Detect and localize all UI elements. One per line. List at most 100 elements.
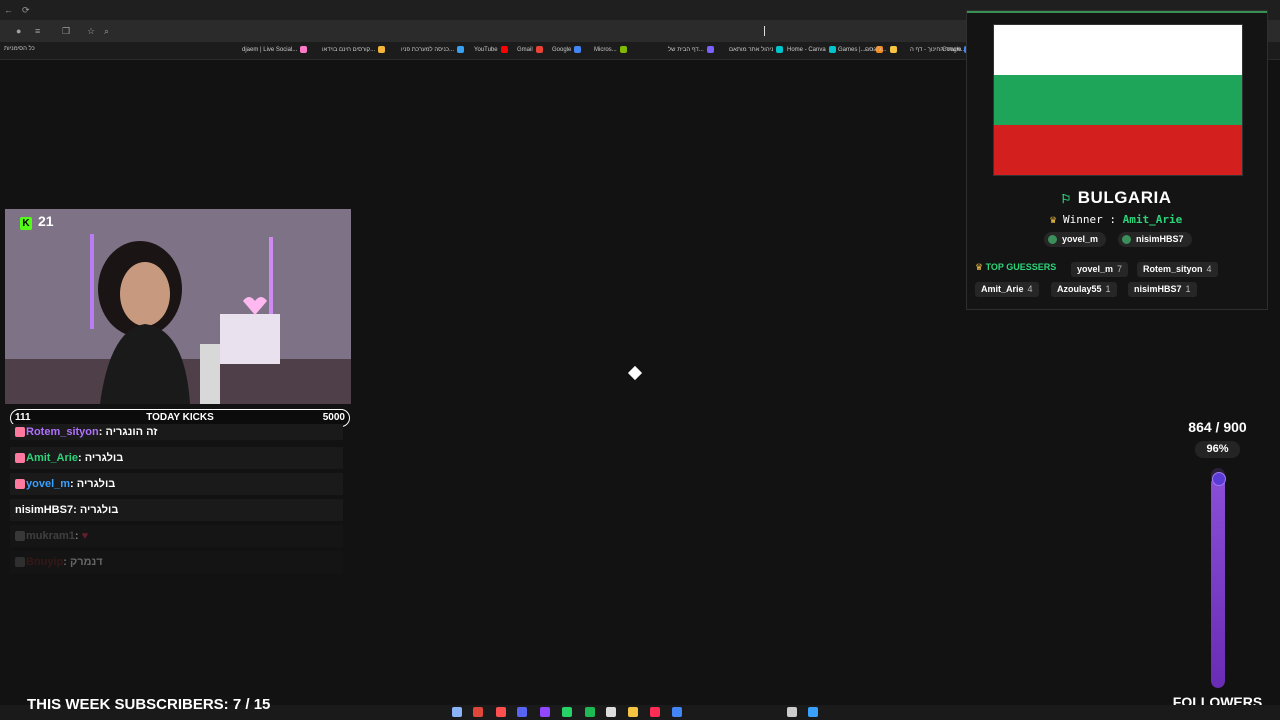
windows-start-icon[interactable] [808, 707, 818, 717]
correct-guesser-name: nisimHBS7 [1136, 234, 1184, 244]
flag-stripe [994, 25, 1242, 75]
chat-message: Bnuyip: דנמרק [10, 551, 343, 573]
bookmark-item[interactable]: קורסים חינם בוידאו... [322, 46, 386, 54]
bookmark-favicon-icon [300, 46, 308, 53]
bookmark-label: Google [552, 47, 572, 54]
chat-username: Rotem_sityon [26, 426, 99, 438]
search-icon[interactable]: ⌕ [104, 26, 109, 37]
chat-separator: : [74, 530, 82, 542]
top-guesser-name: yovel_m [1077, 264, 1114, 274]
profile-icon[interactable]: ● [16, 26, 21, 36]
top-guesser-name: Azoulay55 [1057, 284, 1102, 294]
bookmark-item[interactable]: Gmail [517, 46, 543, 53]
star-icon[interactable]: ☆ [87, 26, 95, 37]
flag-icon: ⚐ [1060, 192, 1072, 206]
bookmark-label: djaem | Live Social... [242, 47, 298, 54]
refresh-icon[interactable]: ⟳ [22, 5, 30, 16]
top-guesser-score: 4 [1027, 284, 1033, 294]
twitch-icon[interactable] [540, 707, 550, 717]
trophy-icon: ♛ [1049, 213, 1057, 226]
diamond-cursor-icon [627, 365, 643, 381]
chat-message-text: בולגריה [79, 504, 119, 516]
bookmark-item[interactable]: djaem | Live Social... [242, 46, 308, 54]
chat-separator: : [70, 478, 77, 490]
top-guesser-name: nisimHBS7 [1134, 284, 1182, 294]
bookmark-item[interactable]: Google [552, 46, 582, 54]
top-guesser-score: 4 [1206, 264, 1212, 274]
check-icon [1048, 235, 1057, 245]
folder-label: כל הסימניות [4, 46, 35, 52]
top-guesser-chip: Rotem_sityon 4 [1137, 262, 1218, 277]
app-icon[interactable] [496, 707, 506, 717]
bookmark-label: Google [942, 47, 962, 54]
country-flag [993, 24, 1243, 176]
kick-badge-count: 21 [38, 213, 54, 229]
followers-goal-track [1211, 468, 1225, 688]
chrome-icon[interactable] [672, 707, 682, 717]
chrome-icon[interactable] [473, 707, 483, 717]
winner-line: ♛ Winner : Amit_Arie [1049, 213, 1183, 226]
country-name: ⚐ BULGARIA [966, 188, 1266, 208]
bookmark-item[interactable]: Home - Canva [787, 46, 836, 53]
bookmark-item[interactable]: כניסה למערכת פניו... [401, 46, 464, 53]
bookmark-favicon-icon [574, 46, 582, 53]
trophy-icon: ♛ [975, 262, 984, 272]
bookmark-label: YouTube [474, 47, 498, 54]
bookmark-favicon-icon [776, 46, 784, 53]
capcut-icon[interactable] [606, 707, 616, 717]
chat-badge-icon [15, 479, 25, 490]
chat-username: yovel_m [26, 478, 71, 490]
country-label: BULGARIA [1077, 188, 1172, 207]
bookmark-favicon-icon [535, 46, 543, 53]
chat-message-text: בולגריה [76, 478, 116, 490]
bookmark-label: ניהול אתר מותאם [729, 47, 774, 54]
copy-icon[interactable]: ❐ [62, 26, 70, 37]
whatsapp-icon[interactable] [562, 707, 572, 717]
bookmark-item[interactable]: ניהול אתר מותאם [729, 46, 784, 54]
chat-badge-icon [15, 557, 25, 568]
followers-goal-fill [1211, 476, 1225, 688]
bookmark-item[interactable]: Micros... [594, 46, 627, 53]
chat-message: mukram1: ♥ [10, 525, 343, 547]
followers-goal-percent: 96% [1195, 441, 1240, 458]
top-guesser-score: 7 [1117, 264, 1123, 274]
top-guesser-score: 1 [1105, 284, 1111, 294]
chat-message: Rotem_sityon: זה הונגריה [10, 424, 343, 440]
bookmark-label: ג'וגרים... [865, 47, 887, 54]
bookmark-label: קורסים חינם בוידאו... [322, 47, 376, 54]
chat-separator: : [73, 504, 80, 516]
flag-stripe [994, 75, 1242, 125]
chat-username: Bnuyip [26, 556, 64, 568]
folder-icon[interactable] [628, 707, 638, 717]
chat-message-text: ♥ [81, 530, 89, 542]
top-guesser-name: Rotem_sityon [1143, 264, 1203, 274]
kick-follow-badge: K 21 [20, 213, 54, 230]
chat-message-text: דנמרק [70, 556, 103, 568]
chat-separator: : [77, 452, 85, 464]
tabs-icon[interactable]: ≡ [35, 26, 40, 36]
tiktok-icon[interactable] [650, 707, 660, 717]
settings-icon[interactable] [452, 707, 462, 717]
chat-message: Amit_Arie: בולגריה [10, 447, 343, 469]
spotify-icon[interactable] [585, 707, 595, 717]
winner-name: Amit_Arie [1122, 213, 1183, 226]
back-icon[interactable]: ← [4, 5, 13, 15]
correct-guesser-chip: nisimHBS7 [1118, 232, 1192, 247]
bookmark-item[interactable]: YouTube [474, 46, 508, 53]
kicks-goal: 5000 [322, 412, 345, 423]
bookmark-item[interactable]: דף הבית של... [668, 46, 714, 53]
all-bookmarks-folder[interactable]: כל הסימניות [4, 46, 35, 52]
bookmark-item[interactable]: ג'וגרים... [865, 46, 897, 53]
bookmark-label: Gmail [517, 47, 533, 54]
search-taskbar-icon[interactable] [787, 707, 797, 717]
correct-guesser-chip: yovel_m [1044, 232, 1107, 247]
chat-separator: : [63, 556, 71, 568]
followers-goal-count: 864 / 900 [1188, 419, 1247, 435]
chat-badge-icon [15, 427, 25, 438]
top-guesser-score: 1 [1185, 284, 1191, 294]
top-guesser-name: Amit_Arie [981, 284, 1024, 294]
top-guesser-chip: nisimHBS7 1 [1128, 282, 1197, 297]
discord-icon[interactable] [517, 707, 527, 717]
text-cursor-icon [764, 26, 765, 36]
flag-stripe [994, 125, 1242, 175]
